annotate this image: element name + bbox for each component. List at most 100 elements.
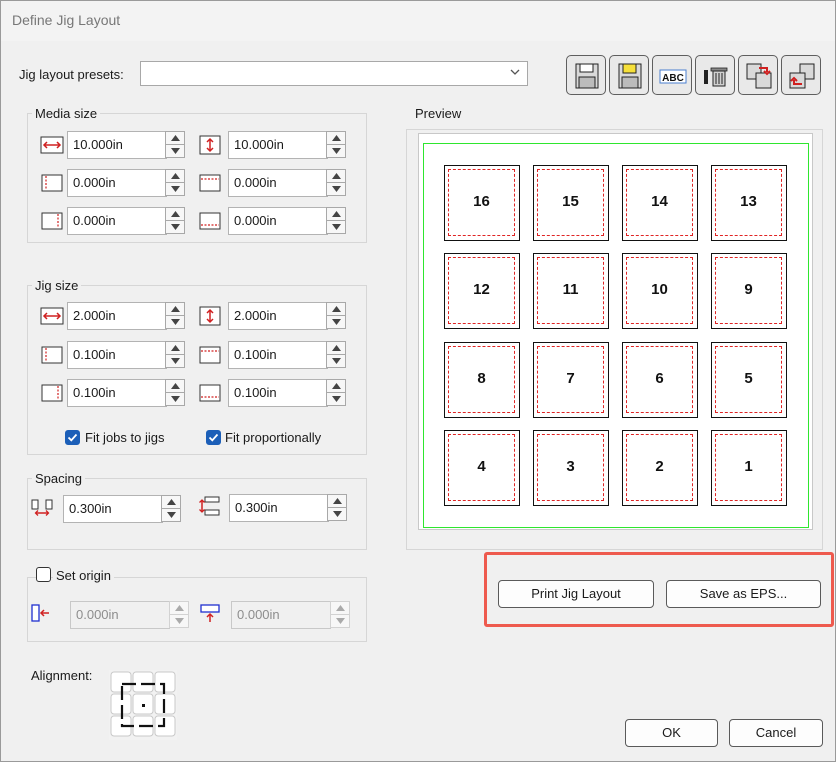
delete-preset-button[interactable] bbox=[695, 55, 735, 95]
jig-top-margin-field[interactable]: 0.100in bbox=[228, 341, 328, 369]
top-margin-icon bbox=[199, 346, 221, 364]
save-as-eps-button[interactable]: Save as EPS... bbox=[666, 580, 821, 608]
dialog-window: Define Jig Layout Jig layout presets: AB… bbox=[0, 0, 836, 762]
export-preset-button[interactable] bbox=[781, 55, 821, 95]
vertical-spacing-field[interactable]: 0.300in bbox=[229, 494, 329, 522]
fit-proportionally-checkbox[interactable] bbox=[206, 430, 221, 445]
rename-icon: ABC bbox=[659, 69, 687, 84]
jig-cell: 5 bbox=[711, 342, 787, 418]
jig-number: 7 bbox=[566, 370, 575, 387]
jig-cell: 12 bbox=[444, 253, 520, 329]
jig-bottom-margin-spinner[interactable] bbox=[326, 379, 346, 407]
media-height-spinner[interactable] bbox=[326, 131, 346, 159]
left-margin-icon bbox=[41, 346, 63, 364]
jig-cell: 3 bbox=[533, 430, 609, 506]
jig-number: 9 bbox=[744, 281, 753, 298]
export-icon bbox=[789, 63, 815, 89]
jig-right-margin-field[interactable]: 0.100in bbox=[67, 379, 167, 407]
import-preset-button[interactable] bbox=[738, 55, 778, 95]
jig-cell: 4 bbox=[444, 430, 520, 506]
jig-height-field[interactable]: 2.000in bbox=[228, 302, 328, 330]
media-width-field[interactable]: 10.000in bbox=[67, 131, 167, 159]
jig-cell: 11 bbox=[533, 253, 609, 329]
jig-number: 3 bbox=[566, 458, 575, 475]
media-left-margin-field[interactable]: 0.000in bbox=[67, 169, 167, 197]
origin-y-field[interactable]: 0.000in bbox=[231, 601, 331, 629]
jig-cell: 6 bbox=[622, 342, 698, 418]
spacing-title: Spacing bbox=[32, 471, 85, 486]
media-top-margin-field[interactable]: 0.000in bbox=[228, 169, 328, 197]
jig-number: 5 bbox=[744, 370, 753, 387]
print-jig-layout-button[interactable]: Print Jig Layout bbox=[498, 580, 654, 608]
origin-x-field[interactable]: 0.000in bbox=[70, 601, 170, 629]
jig-width-field[interactable]: 2.000in bbox=[67, 302, 167, 330]
media-right-margin-field[interactable]: 0.000in bbox=[67, 207, 167, 235]
presets-dropdown[interactable] bbox=[140, 61, 528, 86]
alignment-grid[interactable] bbox=[109, 670, 177, 740]
height-icon bbox=[199, 306, 221, 326]
jig-bottom-margin-field[interactable]: 0.100in bbox=[228, 379, 328, 407]
jig-number: 15 bbox=[562, 193, 579, 210]
jig-cell: 7 bbox=[533, 342, 609, 418]
svg-text:ABC: ABC bbox=[662, 73, 684, 84]
set-origin-label[interactable]: Set origin bbox=[53, 568, 114, 583]
media-height-field[interactable]: 10.000in bbox=[228, 131, 328, 159]
horizontal-spacing-field[interactable]: 0.300in bbox=[63, 495, 163, 523]
jig-number: 4 bbox=[477, 458, 486, 475]
origin-x-spinner[interactable] bbox=[169, 601, 189, 629]
media-width-spinner[interactable] bbox=[165, 131, 185, 159]
media-right-margin-spinner[interactable] bbox=[165, 207, 185, 235]
jig-number: 8 bbox=[477, 370, 486, 387]
jig-cell: 10 bbox=[622, 253, 698, 329]
preview-canvas: 16 15 14 13 12 11 10 9 8 7 6 5 4 3 2 1 bbox=[418, 133, 813, 530]
media-size-title: Media size bbox=[32, 106, 101, 121]
origin-x-icon bbox=[31, 604, 49, 622]
save-preset-button[interactable] bbox=[566, 55, 606, 95]
vertical-spacing-spinner[interactable] bbox=[327, 494, 347, 522]
title-bar[interactable]: Define Jig Layout bbox=[1, 1, 835, 41]
height-icon bbox=[199, 135, 221, 155]
origin-y-spinner[interactable] bbox=[330, 601, 350, 629]
alignment-label: Alignment: bbox=[31, 668, 93, 683]
checkmark-icon bbox=[67, 433, 78, 442]
jig-number: 13 bbox=[740, 193, 757, 210]
media-bottom-margin-field[interactable]: 0.000in bbox=[228, 207, 328, 235]
jig-width-spinner[interactable] bbox=[165, 302, 185, 330]
bottom-margin-icon bbox=[199, 384, 221, 402]
horizontal-spacing-spinner[interactable] bbox=[161, 495, 181, 523]
width-icon bbox=[40, 136, 64, 154]
save-as-preset-button[interactable] bbox=[609, 55, 649, 95]
save-as-icon bbox=[618, 63, 642, 89]
jig-cell: 13 bbox=[711, 165, 787, 241]
jig-right-margin-spinner[interactable] bbox=[165, 379, 185, 407]
window-title: Define Jig Layout bbox=[12, 12, 121, 28]
save-icon bbox=[575, 63, 599, 89]
jig-number: 1 bbox=[744, 458, 753, 475]
width-icon bbox=[40, 307, 64, 325]
jig-number: 10 bbox=[651, 281, 668, 298]
jig-left-margin-field[interactable]: 0.100in bbox=[67, 341, 167, 369]
jig-left-margin-spinner[interactable] bbox=[165, 341, 185, 369]
ok-button[interactable]: OK bbox=[625, 719, 718, 747]
preview-title: Preview bbox=[412, 106, 465, 121]
media-left-margin-spinner[interactable] bbox=[165, 169, 185, 197]
media-bottom-margin-spinner[interactable] bbox=[326, 207, 346, 235]
jig-size-title: Jig size bbox=[32, 278, 82, 293]
left-margin-icon bbox=[41, 174, 63, 192]
fit-jobs-label[interactable]: Fit jobs to jigs bbox=[85, 430, 164, 445]
jig-number: 11 bbox=[562, 281, 579, 298]
jig-top-margin-spinner[interactable] bbox=[326, 341, 346, 369]
set-origin-checkbox[interactable] bbox=[36, 567, 51, 582]
jig-height-spinner[interactable] bbox=[326, 302, 346, 330]
media-top-margin-spinner[interactable] bbox=[326, 169, 346, 197]
import-icon bbox=[746, 63, 772, 89]
jig-number: 16 bbox=[473, 193, 490, 210]
cancel-button[interactable]: Cancel bbox=[729, 719, 823, 747]
jig-number: 2 bbox=[655, 458, 664, 475]
jig-cell: 1 bbox=[711, 430, 787, 506]
fit-jobs-checkbox[interactable] bbox=[65, 430, 80, 445]
fit-proportionally-label[interactable]: Fit proportionally bbox=[225, 430, 321, 445]
bottom-margin-icon bbox=[199, 212, 221, 230]
chevron-down-icon bbox=[510, 69, 520, 75]
rename-preset-button[interactable]: ABC bbox=[652, 55, 692, 95]
